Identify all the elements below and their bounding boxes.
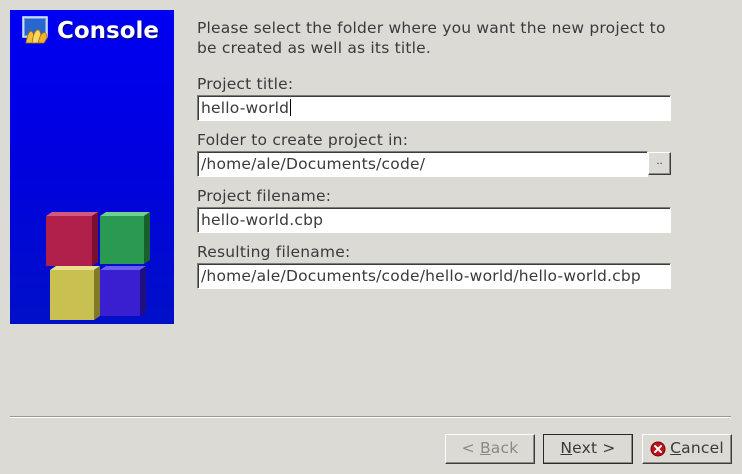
project-filename-label: Project filename: <box>197 187 332 205</box>
next-button-label: ext > <box>572 439 616 457</box>
codeblocks-logo-icon <box>22 16 48 44</box>
folder-label: Folder to create project in: <box>197 131 409 149</box>
intro-text: Please select the folder where you want … <box>197 19 666 57</box>
folder-input[interactable]: /home/ale/Documents/code/ <box>197 151 648 177</box>
back-button-accel: B <box>479 439 491 457</box>
cancel-x-icon <box>650 441 666 456</box>
project-title-value: hello-world <box>201 99 290 117</box>
back-button-label: ack <box>490 439 519 457</box>
text-caret <box>290 99 292 116</box>
cancel-button[interactable]: Cancel <box>642 434 732 464</box>
codeblocks-cubes-logo <box>46 212 150 320</box>
project-filename-input[interactable]: hello-world.cbp <box>197 207 671 233</box>
next-button-accel: N <box>560 439 573 457</box>
back-button[interactable]: < Back <box>445 434 535 464</box>
banner-title-text: Console <box>57 18 160 44</box>
resulting-filename-label: Resulting filename: <box>197 243 351 261</box>
project-title-input[interactable]: hello-world <box>197 95 671 121</box>
project-title-label: Project title: <box>197 75 294 93</box>
browse-folder-button[interactable]: .. <box>648 152 671 175</box>
wizard-banner: Console <box>10 10 174 324</box>
cancel-button-label: ancel <box>681 439 724 457</box>
resulting-filename-field: /home/ale/Documents/code/hello-world/hel… <box>197 263 671 289</box>
next-button[interactable]: Next > <box>543 434 633 464</box>
banner-title: Console <box>22 16 159 46</box>
back-button-prefix: < <box>461 439 480 457</box>
button-separator <box>10 416 731 418</box>
cancel-button-accel: C <box>670 439 682 457</box>
